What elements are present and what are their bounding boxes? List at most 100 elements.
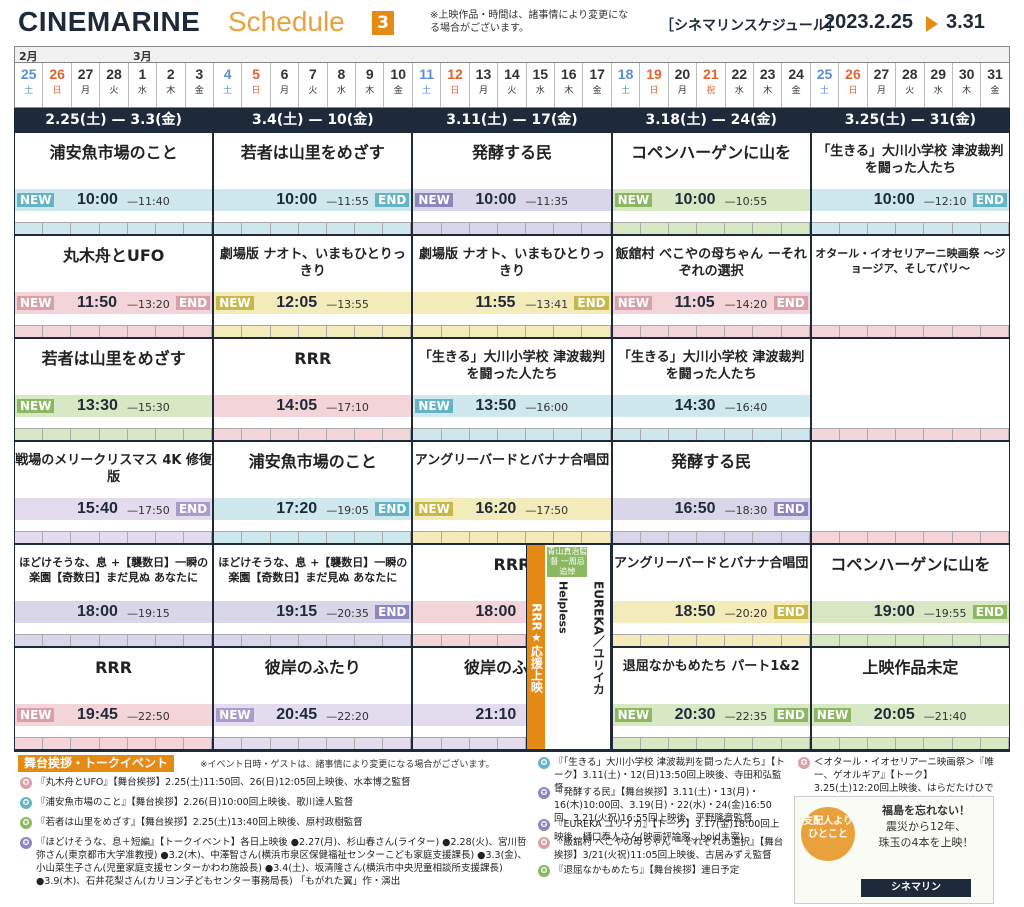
end-time: —16:00 bbox=[525, 401, 569, 414]
calendar-day: 12 日 bbox=[441, 63, 470, 107]
start-time: 11:50 bbox=[77, 294, 118, 311]
start-time: 19:15 bbox=[276, 603, 318, 620]
day-weekday: 日 bbox=[251, 85, 261, 95]
calendar-day: 11 土 bbox=[413, 63, 442, 107]
day-weekday: 火 bbox=[308, 85, 318, 95]
manager-message: 支配人よりひとこと 福島を忘れない！ 震災から12年、 珠玉の4本を上映！ シネ… bbox=[794, 796, 994, 904]
showing-cell[interactable]: 戦場のメリークリスマス 4K 修復版 15:40 —17:50 END bbox=[14, 441, 214, 544]
start-time: 14:05 bbox=[276, 397, 318, 414]
showing-cell[interactable]: 若者は山里をめざす NEW 13:30 —15:30 bbox=[14, 338, 214, 441]
day-weekday: 月 bbox=[876, 85, 886, 95]
calendar-day: 31 金 bbox=[981, 63, 1008, 107]
showing-cell[interactable]: 退屈なかもめたち パート1&2 NEW 20:30 —22:35 END bbox=[611, 647, 811, 750]
calendar-day: 28 火 bbox=[896, 63, 925, 107]
showing-cell[interactable]: 「生きる」大川小学校 津波裁判を闘った人たち NEW 13:50 —16:00 bbox=[412, 338, 612, 441]
day-weekday: 日 bbox=[848, 85, 858, 95]
showing-cell[interactable]: 上映作品未定 NEW 20:05 —21:40 bbox=[810, 647, 1010, 750]
day-number: 9 bbox=[365, 66, 374, 82]
new-tag: NEW bbox=[415, 399, 453, 413]
start-time: 18:00 bbox=[77, 603, 118, 620]
showing-cell[interactable]: ほどけそうな、息 +【襲数日】一瞬の楽園【奇数日】まだ見ぬ あなたに 18:00 —… bbox=[14, 544, 214, 647]
star-icon: ✪ bbox=[538, 787, 550, 799]
event-item: ✪ 『退屈なかもめたち』【舞台挨拶】連日予定 bbox=[536, 864, 786, 877]
calendar-day: 24 金 bbox=[782, 63, 811, 107]
time-bar: 16:50 —18:30 END bbox=[612, 498, 810, 520]
showing-cell[interactable]: 彼岸のふたり NEW 20:45 —22:20 bbox=[213, 647, 413, 750]
day-number: 5 bbox=[252, 66, 260, 82]
day-number: 20 bbox=[674, 66, 691, 82]
arrow-icon bbox=[926, 16, 938, 32]
date-start: 2023.2.25 bbox=[824, 11, 913, 33]
showing-cell[interactable]: 飯舘村 べこやの母ちゃん ーそれぞれの選択 NEW 11:05 —14:20 END bbox=[611, 235, 811, 338]
movie-title: 発酵する民 bbox=[471, 143, 552, 162]
day-number: 26 bbox=[845, 66, 861, 82]
calendar-day: 8水 bbox=[328, 63, 357, 107]
calendar-day: 20 月 bbox=[669, 63, 698, 107]
movie-title: 上映作品未定 bbox=[862, 658, 959, 677]
showing-cell[interactable]: RRR NEW 19:45 —22:50 bbox=[14, 647, 214, 750]
movie-title: 浦安魚市場のこと bbox=[248, 452, 377, 471]
day-weekday: 金 bbox=[791, 85, 801, 95]
showing-cell[interactable]: コペンハーゲンに山を 19:00 —19:55 END bbox=[810, 544, 1010, 647]
showing-cell[interactable]: 若者は山里をめざす 10:00 —11:55 END bbox=[213, 132, 413, 235]
showing-cell[interactable]: 発酵する民 NEW 10:00 —11:35 bbox=[412, 132, 612, 235]
day-ticks bbox=[811, 428, 1009, 440]
showing-cell[interactable]: ほどけそうな、息 +【襲数日】一瞬の楽園【奇数日】まだ見ぬ あなたに 19:15 —… bbox=[213, 544, 413, 647]
calendar-day: 6月 bbox=[271, 63, 300, 107]
calendar-day: 22 水 bbox=[726, 63, 754, 107]
day-weekday: 金 bbox=[393, 85, 403, 95]
showing-cell[interactable]: 「生きる」大川小学校 津波裁判を闘った人たち 14:30 —16:40 bbox=[611, 338, 811, 441]
day-number: 21 bbox=[703, 66, 719, 82]
showing-cell[interactable]: 浦安魚市場のこと NEW 10:00 —11:40 bbox=[14, 132, 214, 235]
showing-cell[interactable]: 浦安魚市場のこと 17:20 —19:05 END bbox=[213, 441, 413, 544]
movie-title: 若者は山里をめざす bbox=[240, 143, 385, 162]
start-time: 20:05 bbox=[873, 706, 915, 723]
movie-title: 丸木舟とUFO bbox=[62, 246, 165, 265]
showing-cell[interactable]: 劇場版 ナオト、いまもひとりっきり NEW 12:05 —13:55 bbox=[213, 235, 413, 338]
day-number: 31 bbox=[987, 66, 1003, 82]
showing-cell[interactable]: 丸木舟とUFO NEW 11:50 —13:20 END bbox=[14, 235, 214, 338]
showing-cell[interactable]: 劇場版 ナオト、いまもひとりっきり 11:55 —13:41 END bbox=[412, 235, 612, 338]
showing-cell[interactable]: オタール・イオセリアーニ映画祭 〜ジョージア、そしてパリ〜 bbox=[810, 235, 1010, 338]
calendar-day: 30 木 bbox=[953, 63, 982, 107]
showing-cell[interactable] bbox=[810, 441, 1010, 544]
end-time: —19:05 bbox=[326, 504, 369, 517]
showing-cell[interactable]: 発酵する民 16:50 —18:30 END bbox=[611, 441, 811, 544]
end-tag: END bbox=[773, 708, 808, 722]
day-weekday: 木 bbox=[962, 85, 972, 95]
calendar-day: 23 木 bbox=[754, 63, 783, 107]
end-time: —17:50 bbox=[525, 504, 569, 517]
events-section: 舞台挨拶・トークイベント ※イベント日時・ゲストは、諸事情により変更になる場合が… bbox=[14, 750, 1010, 907]
day-ticks bbox=[612, 531, 810, 543]
special-screenings[interactable]: RRR★応援上映 青山真治監督 一周忌追悼 Helpless EUREKA／ユリ… bbox=[526, 544, 612, 750]
day-ticks bbox=[612, 428, 810, 440]
start-time: 19:00 bbox=[873, 603, 915, 620]
end-time: —15:30 bbox=[127, 401, 170, 414]
start-time: 15:40 bbox=[77, 500, 118, 517]
showing-cell[interactable]: アングリーバードとバナナ合唱団 18:50 —20:20 END bbox=[611, 544, 811, 647]
calendar-day: 13 月 bbox=[470, 63, 499, 107]
start-time: 10:00 bbox=[77, 191, 118, 208]
week-header: 3.18(土) — 24(金) bbox=[645, 112, 777, 128]
movie-title: 「生きる」大川小学校 津波裁判を闘った人たち bbox=[618, 350, 805, 382]
day-number: 4 bbox=[223, 66, 232, 82]
week-column: コペンハーゲンに山を NEW 10:00 —10:55 飯舘村 べこやの母ちゃん ーそれ… bbox=[611, 132, 811, 750]
start-time: 10:00 bbox=[475, 191, 517, 208]
time-bar: NEW 10:00 —11:35 bbox=[413, 189, 611, 211]
showing-cell[interactable]: 「生きる」大川小学校 津波裁判を闘った人たち 10:00 —12:10 END bbox=[810, 132, 1010, 235]
end-tag: END bbox=[175, 502, 211, 516]
showing-cell[interactable] bbox=[810, 338, 1010, 441]
manager-msg: 福島を忘れない！ 震災から12年、 珠玉の4本を上映！ bbox=[878, 804, 974, 849]
day-ticks bbox=[15, 531, 213, 543]
day-ticks bbox=[811, 325, 1009, 337]
showing-cell[interactable]: コペンハーゲンに山を NEW 10:00 —10:55 bbox=[611, 132, 811, 235]
events-note: ※イベント日時・ゲストは、諸事情により変更になる場合がございます。 bbox=[200, 760, 495, 770]
time-bar: 18:00 —19:15 bbox=[15, 601, 213, 623]
movie-title: 劇場版 ナオト、いまもひとりっきり bbox=[219, 247, 406, 279]
start-time: 10:00 bbox=[873, 191, 915, 208]
time-bar: NEW 10:00 —10:55 bbox=[612, 189, 810, 211]
showing-cell[interactable]: RRR 14:05 —17:10 bbox=[213, 338, 413, 441]
rrr-support-label: RRR★応援上映 bbox=[527, 545, 546, 749]
new-tag: NEW bbox=[415, 193, 453, 207]
showing-cell[interactable]: アングリーバードとバナナ合唱団 NEW 16:20 —17:50 bbox=[412, 441, 612, 544]
